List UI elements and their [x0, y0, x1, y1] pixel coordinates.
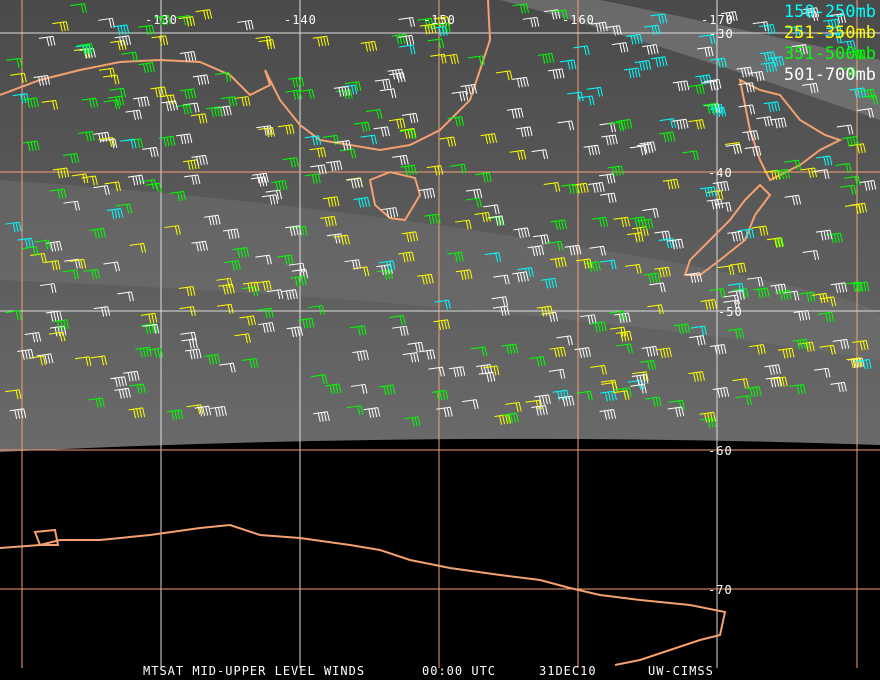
caption-date: 31DEC10	[539, 664, 597, 678]
latitude-label: -60	[708, 444, 733, 458]
longitude-label: -130	[145, 13, 178, 27]
legend-item-351-500: 351-500mb	[783, 44, 876, 64]
longitude-label: -160	[562, 13, 595, 27]
longitude-label: -170	[701, 13, 734, 27]
caption-product: MTSAT MID-UPPER LEVEL WINDS	[143, 664, 366, 678]
legend-item-501-700: 501-700mb	[783, 65, 876, 85]
longitude-label: -140	[284, 13, 317, 27]
longitude-label: -150	[423, 13, 456, 27]
pressure-legend: 150-250mb 251-350mb 351-500mb 501-700mb	[784, 2, 876, 86]
latitude-label: -40	[708, 166, 733, 180]
caption-time: 00:00 UTC	[422, 664, 497, 678]
latitude-label: -70	[708, 583, 733, 597]
legend-item-150-250: 150-250mb	[783, 2, 876, 22]
antarctica-coast	[0, 523, 727, 666]
map-canvas	[0, 0, 880, 668]
latitude-label: -50	[718, 305, 743, 319]
caption-source: UW-CIMSS	[648, 664, 714, 678]
satellite-wind-map: 150-250mb 251-350mb 351-500mb 501-700mb …	[0, 0, 880, 680]
latitude-label: -30	[709, 27, 734, 41]
legend-item-251-350: 251-350mb	[783, 23, 876, 43]
